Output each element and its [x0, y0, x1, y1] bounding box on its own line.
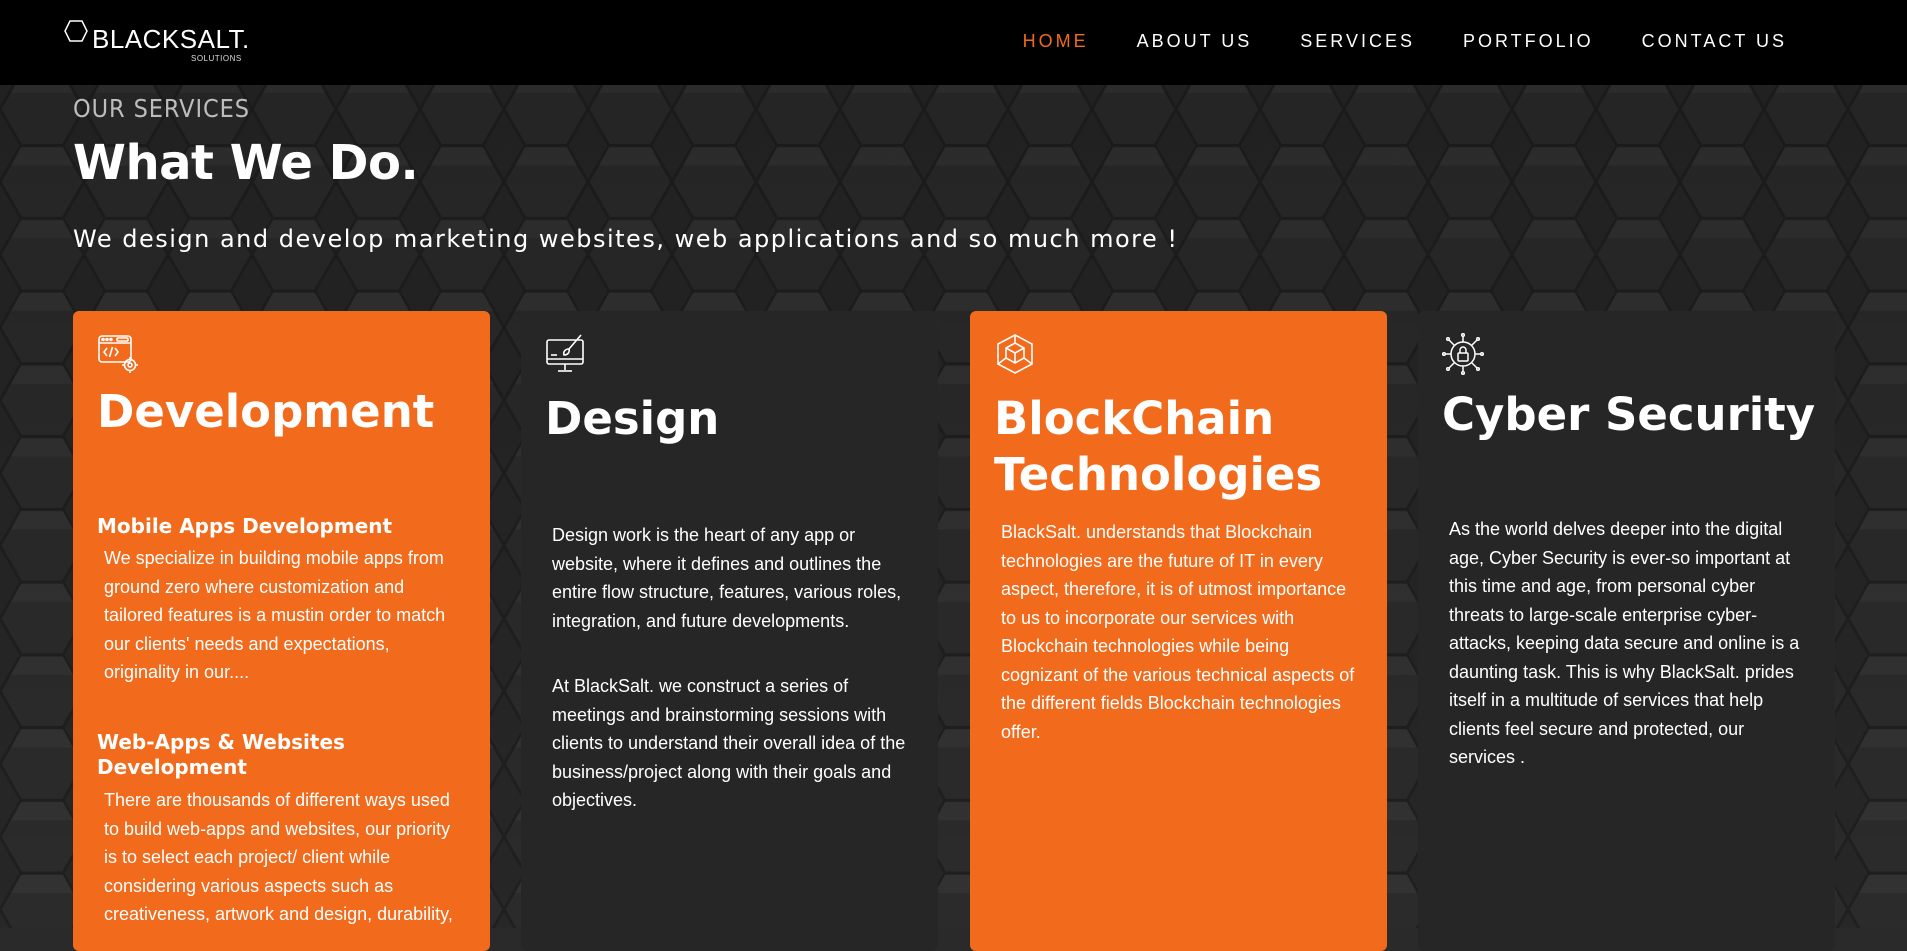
section-eyebrow: OUR SERVICES	[73, 94, 250, 123]
nav-about-us[interactable]: ABOUT US	[1137, 31, 1253, 52]
circuit-lock-icon	[1442, 333, 1484, 375]
card-title: Cyber Security	[1442, 388, 1816, 441]
card-title: BlockChain Technologies	[994, 392, 1323, 501]
nav-portfolio[interactable]: PORTFOLIO	[1463, 31, 1594, 52]
section-subtitle: We design and develop marketing websites…	[73, 225, 1179, 253]
main-nav: HOME ABOUT US SERVICES PORTFOLIO CONTACT…	[975, 31, 1787, 52]
nav-home[interactable]: HOME	[1023, 31, 1089, 52]
service-card-design: Design Design work is the heart of any a…	[521, 311, 938, 951]
blockchain-cube-icon	[997, 334, 1033, 374]
section-title: What We Do.	[73, 135, 419, 191]
hexagon-logo-icon	[64, 20, 88, 42]
service-card-cyber-security: Cyber Security As the world delves deepe…	[1418, 311, 1835, 951]
card-paragraph: We specialize in building mobile apps fr…	[104, 548, 446, 682]
code-window-gear-icon	[98, 335, 138, 373]
card-subheading: Mobile Apps Development	[97, 514, 393, 538]
service-card-development: Development Mobile Apps Development We s…	[73, 311, 490, 951]
card-title: Development	[97, 385, 435, 438]
card-paragraph: At BlackSalt. we construct a series of m…	[552, 676, 906, 810]
nav-contact-us[interactable]: CONTACT US	[1642, 31, 1787, 52]
top-navbar: BLACKSALT. SOLUTIONS HOME ABOUT US SERVI…	[0, 0, 1907, 85]
card-paragraph: BlackSalt. understands that Blockchain t…	[1001, 522, 1355, 742]
monitor-brush-icon	[546, 334, 584, 372]
card-paragraph: Design work is the heart of any app or w…	[552, 525, 902, 631]
nav-services[interactable]: SERVICES	[1300, 31, 1415, 52]
service-card-blockchain: BlockChain Technologies BlackSalt. under…	[970, 311, 1387, 951]
card-paragraph: There are thousands of different ways us…	[104, 790, 453, 924]
card-title: Design	[545, 392, 720, 445]
brand-logo[interactable]: BLACKSALT. SOLUTIONS	[64, 18, 249, 66]
card-subheading: Web-Apps & Websites Development	[97, 730, 345, 779]
brand-subtitle: SOLUTIONS	[191, 54, 242, 63]
brand-name: BLACKSALT.	[92, 24, 250, 54]
card-paragraph: As the world delves deeper into the digi…	[1449, 519, 1800, 767]
